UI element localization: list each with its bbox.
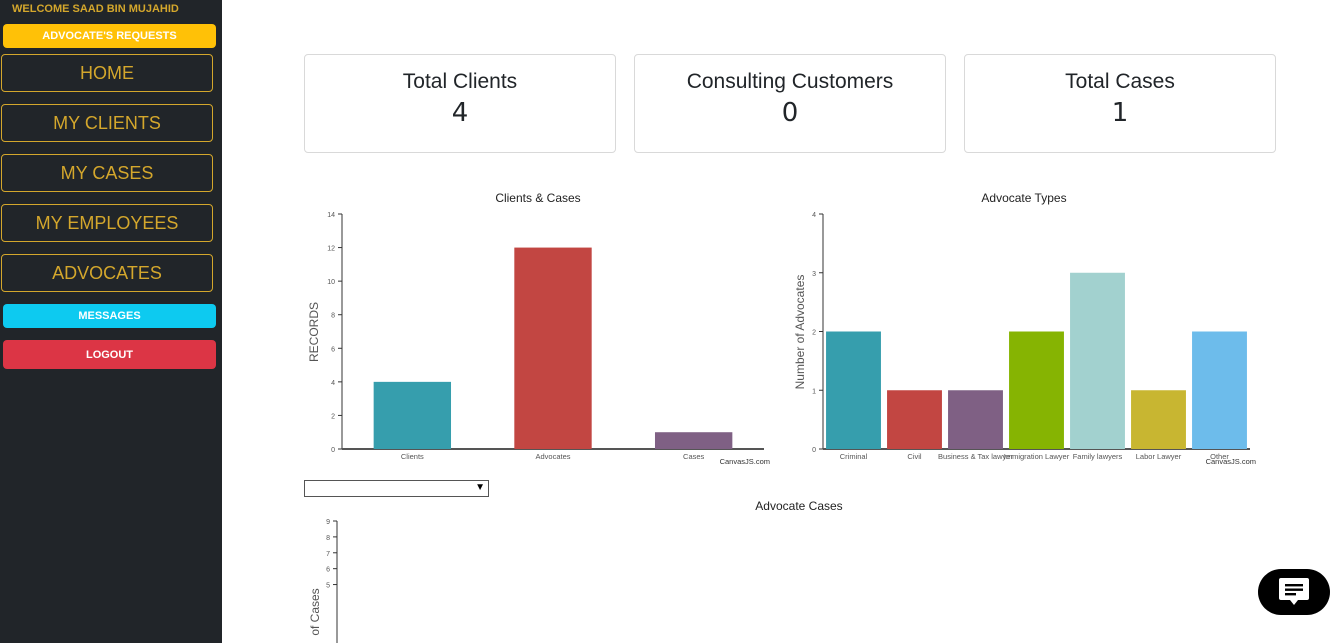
y-tick-label: 8	[326, 535, 330, 542]
clients-cases-chart: 0 2 4 6 8 10 12 14 RECORDS Clients Advocates Cases C…	[307, 212, 770, 466]
y-tick-label: 0	[331, 447, 335, 454]
y-tick-label: 1	[812, 388, 816, 395]
x-tick-label: Business & Tax lawyer	[938, 452, 1013, 461]
chat-icon	[1279, 578, 1309, 605]
messages-button[interactable]: MESSAGES	[3, 304, 216, 328]
y-tick-label: 12	[327, 246, 335, 253]
y-tick-label: 10	[327, 279, 335, 286]
bar	[948, 390, 1003, 449]
bar	[1131, 390, 1186, 449]
nav-my-cases-button[interactable]: MY CASES	[1, 154, 213, 192]
y-tick-label: 8	[331, 313, 335, 320]
logout-button[interactable]: LOGOUT	[3, 340, 216, 369]
x-tick-label: Cases	[683, 452, 705, 461]
bar	[654, 432, 733, 449]
nav-home-button[interactable]: HOME	[1, 54, 213, 92]
x-tick-label: Advocates	[535, 452, 570, 461]
x-tick-label: Civil	[907, 452, 921, 461]
bar	[1009, 331, 1064, 449]
chart-title-advocate-cases: Advocate Cases	[755, 499, 843, 513]
bar	[373, 381, 452, 449]
nav-my-clients-button[interactable]: MY CLIENTS	[1, 104, 213, 142]
y-axis-label: RECORDS	[307, 302, 321, 362]
bar	[1070, 272, 1125, 449]
nav-advocates-button[interactable]: ADVOCATES	[1, 254, 213, 292]
chart-credit: CanvasJS.com	[1206, 457, 1256, 466]
chevron-down-icon: ▼	[475, 482, 485, 493]
bar	[887, 390, 942, 449]
chart-title-clients-cases: Clients & Cases	[495, 191, 581, 205]
y-tick-label: 7	[326, 551, 330, 558]
bar	[514, 247, 592, 449]
card-title: Total Cases	[1065, 70, 1175, 93]
card-title: Total Clients	[402, 70, 518, 93]
y-tick-label: 5	[326, 583, 330, 590]
y-axis-label: Number of Advocates	[793, 275, 807, 390]
y-tick-label: 4	[331, 380, 335, 387]
x-tick-label: Criminal	[840, 452, 868, 461]
y-tick-label: 6	[326, 567, 330, 574]
y-tick-label: 4	[812, 212, 816, 219]
advocate-select[interactable]: ▼	[304, 480, 489, 497]
y-axis-label: of Cases	[308, 588, 322, 635]
x-tick-label: Labor Lawyer	[1136, 452, 1182, 461]
card-title: Consulting Customers	[686, 70, 894, 93]
total-cases-card: Total Cases 1	[964, 54, 1276, 153]
advocate-requests-button[interactable]: ADVOCATE'S REQUESTS	[3, 24, 216, 48]
y-tick-label: 6	[331, 346, 335, 353]
card-value: 1	[1111, 98, 1129, 128]
x-tick-label: Immigration Lawyer	[1004, 452, 1070, 461]
card-value: 4	[451, 98, 469, 128]
advocate-types-chart: 0 1 2 3 4 Number of Advocates Criminal Civil Bus…	[793, 212, 1256, 466]
y-tick-label: 2	[331, 413, 335, 420]
chart-title-advocate-types: Advocate Types	[981, 191, 1067, 205]
chat-button[interactable]	[1258, 569, 1330, 615]
y-tick-label: 2	[812, 330, 816, 337]
y-tick-label: 0	[812, 447, 816, 454]
y-tick-label: 3	[812, 271, 816, 278]
welcome-text: WELCOME SAAD BIN MUJAHID	[12, 3, 179, 15]
y-tick-label: 14	[327, 212, 335, 219]
x-tick-label: Clients	[401, 452, 424, 461]
nav-my-employees-button[interactable]: MY EMPLOYEES	[1, 204, 213, 242]
chart-credit: CanvasJS.com	[720, 457, 770, 466]
card-value: 0	[781, 98, 799, 128]
x-tick-label: Family lawyers	[1073, 452, 1123, 461]
sidebar: WELCOME SAAD BIN MUJAHID ADVOCATE'S REQU…	[0, 0, 222, 643]
consulting-customers-card: Consulting Customers 0	[634, 54, 946, 153]
advocate-cases-chart: 5 6 7 8 9 of Cases	[308, 519, 338, 643]
bar	[1192, 331, 1247, 449]
total-clients-card: Total Clients 4	[304, 54, 616, 153]
bar	[826, 331, 881, 449]
y-tick-label: 9	[326, 519, 330, 526]
